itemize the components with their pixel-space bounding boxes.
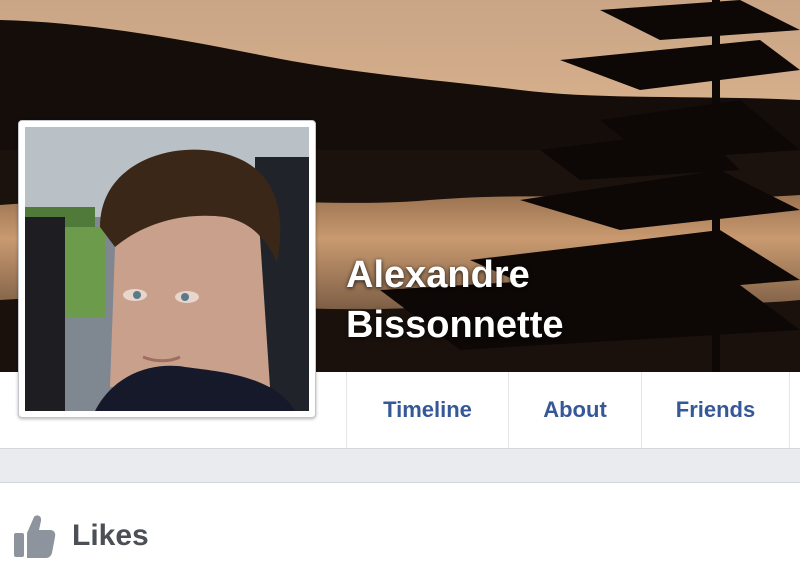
profile-name[interactable]: Alexandre Bissonnette [346, 250, 563, 350]
profile-first-name: Alexandre [346, 254, 530, 296]
tab-friends[interactable]: Friends [641, 372, 790, 448]
tab-about[interactable]: About [508, 372, 641, 448]
profile-picture-image [25, 127, 309, 411]
likes-heading[interactable]: Likes [72, 519, 149, 553]
thumbs-up-icon [14, 515, 56, 558]
tab-timeline[interactable]: Timeline [346, 372, 508, 448]
profile-picture[interactable] [18, 120, 316, 418]
profile-last-name: Bissonnette [346, 304, 564, 346]
likes-section: Likes [0, 482, 800, 571]
